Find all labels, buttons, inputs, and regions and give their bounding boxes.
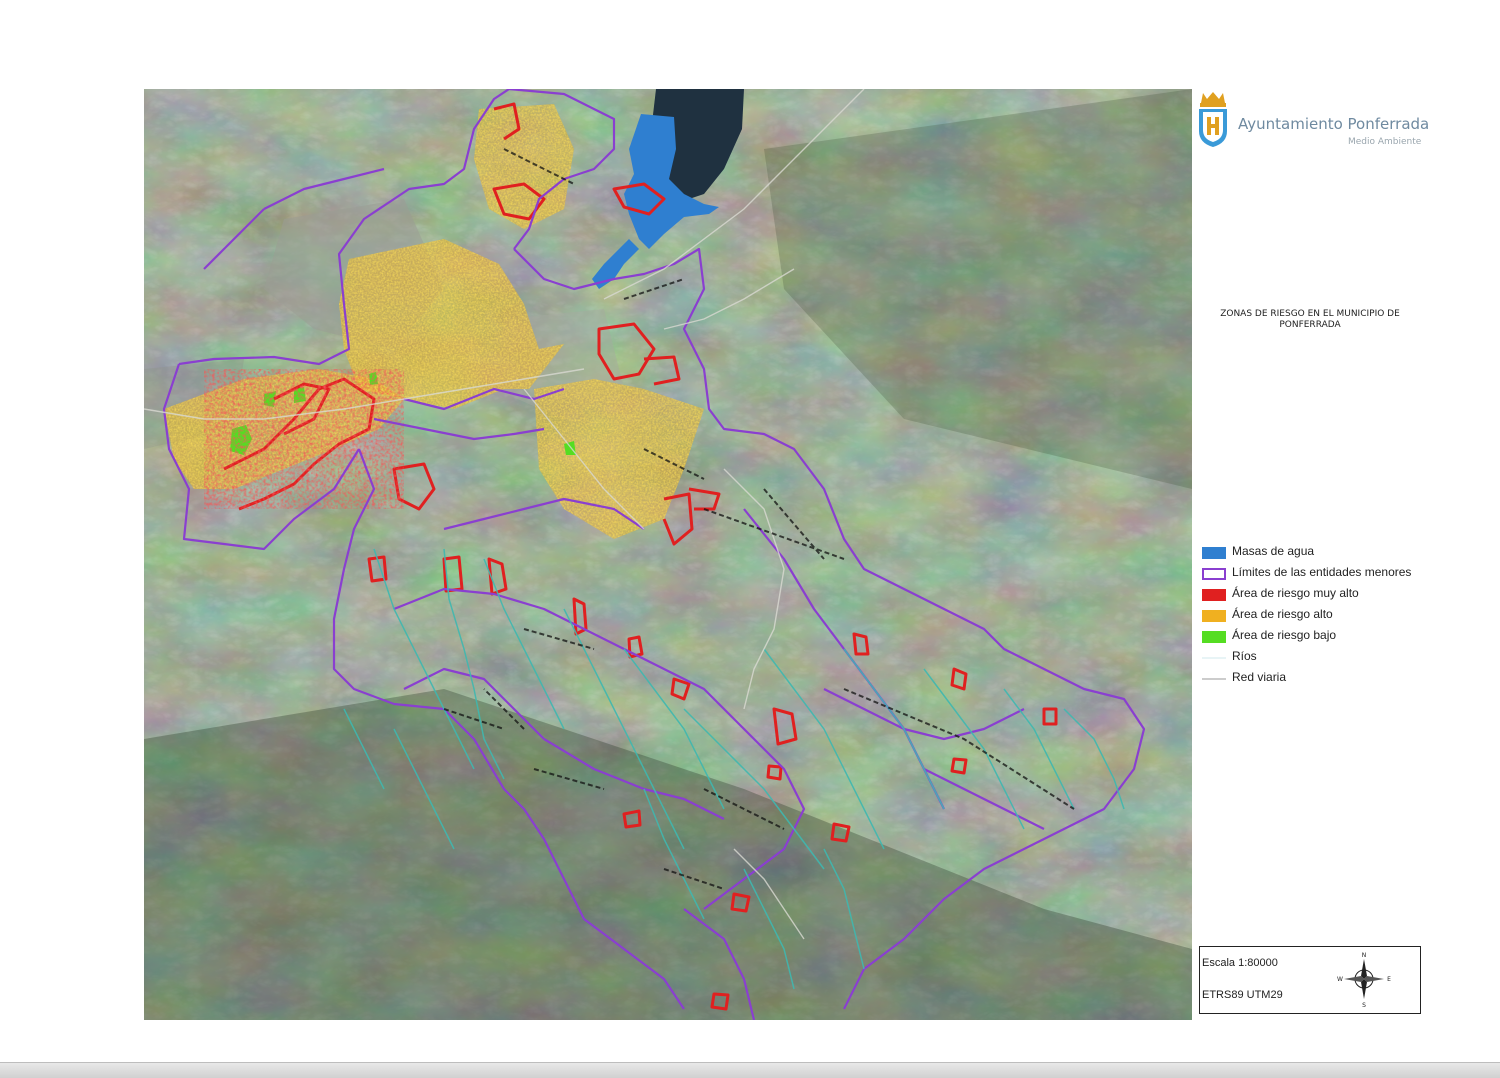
legend-item: Área de riesgo bajo <box>1202 627 1462 648</box>
organization-name: Ayuntamiento Ponferrada <box>1238 115 1430 133</box>
legend-label: Área de riesgo muy alto <box>1232 586 1359 600</box>
map-canvas <box>144 89 1192 1020</box>
legend-label: Área de riesgo alto <box>1232 607 1333 621</box>
city-shield-icon <box>1196 91 1230 149</box>
legend-label: Área de riesgo bajo <box>1232 628 1337 642</box>
risk-map[interactable] <box>144 89 1192 1020</box>
legend-swatch <box>1202 589 1226 601</box>
legend-swatch <box>1202 678 1226 680</box>
compass-w: W <box>1337 976 1343 983</box>
legend-item: Ríos <box>1202 648 1462 669</box>
legend-swatch <box>1202 547 1226 559</box>
legend-label: Red viaria <box>1232 670 1287 684</box>
compass-rose-icon: N S E W <box>1336 951 1392 1009</box>
page: Ayuntamiento Ponferrada Medio Ambiente Z… <box>0 0 1500 1078</box>
map-legend: Masas de agua Límites de las entidades me… <box>1202 543 1462 690</box>
legend-swatch <box>1202 631 1226 643</box>
legend-label: Ríos <box>1232 649 1257 663</box>
compass-e: E <box>1387 976 1391 983</box>
legend-label: Límites de las entidades menores <box>1232 565 1412 579</box>
window-bottom-bar <box>0 1062 1500 1078</box>
legend-item: Masas de agua <box>1202 543 1462 564</box>
scale-label: Escala 1:80000 <box>1202 957 1278 969</box>
department-name: Medio Ambiente <box>1348 137 1422 147</box>
legend-item: Red viaria <box>1202 669 1462 690</box>
legend-item: Área de riesgo alto <box>1202 606 1462 627</box>
legend-swatch <box>1202 568 1226 580</box>
legend-swatch <box>1202 610 1226 622</box>
legend-item: Límites de las entidades menores <box>1202 564 1462 585</box>
legend-swatch <box>1202 657 1226 659</box>
map-title: ZONAS DE RIESGO EN EL MUNICIPIO DE PONFE… <box>1220 309 1400 330</box>
projection-label: ETRS89 UTM29 <box>1202 989 1283 1001</box>
organization-logo: Ayuntamiento Ponferrada Medio Ambiente <box>1196 91 1436 151</box>
legend-item: Área de riesgo muy alto <box>1202 585 1462 606</box>
compass-s: S <box>1362 1002 1366 1007</box>
compass-n: N <box>1362 952 1367 959</box>
legend-label: Masas de agua <box>1232 544 1315 558</box>
side-panel: Ayuntamiento Ponferrada Medio Ambiente Z… <box>1192 89 1492 1020</box>
scale-box: Escala 1:80000 ETRS89 UTM29 N S E W <box>1199 946 1421 1014</box>
